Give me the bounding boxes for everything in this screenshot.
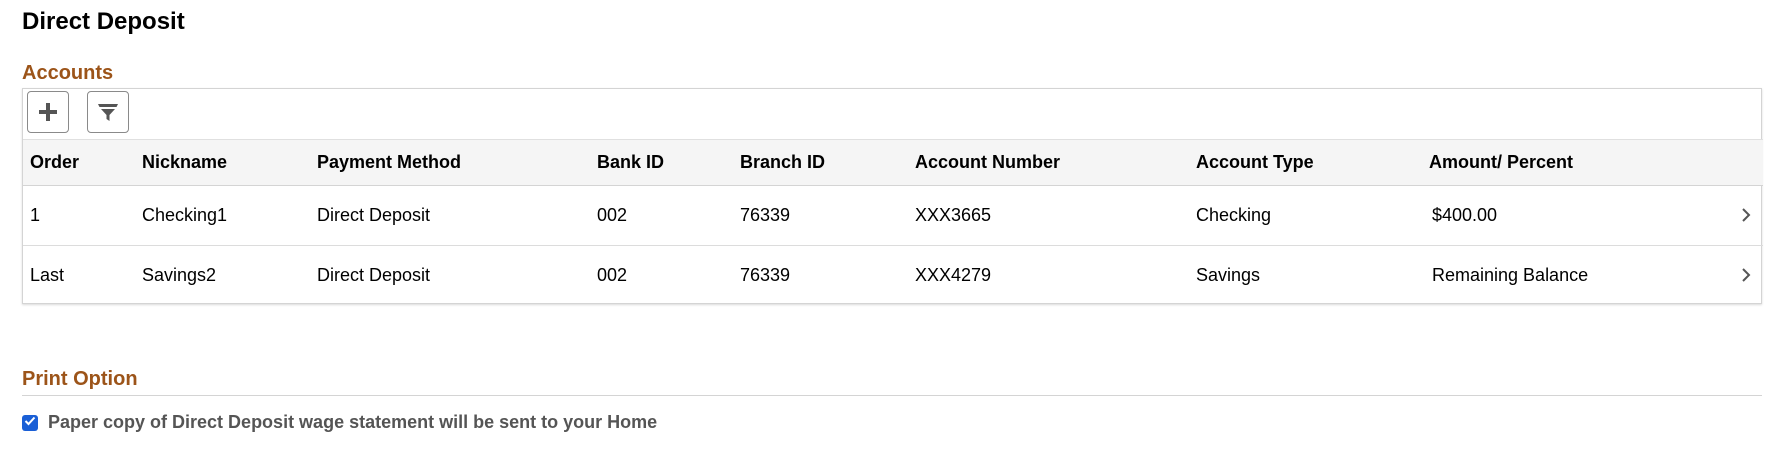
column-header-amount-percent[interactable]: Amount/ Percent xyxy=(1422,140,1712,186)
chevron-right-icon xyxy=(1741,263,1751,288)
cell-payment-method: Direct Deposit xyxy=(317,265,431,286)
accounts-section-title: Accounts xyxy=(22,62,114,84)
row-detail-button[interactable] xyxy=(1712,186,1763,246)
row-detail-button[interactable] xyxy=(1712,246,1763,306)
cell-bank-id: 002 xyxy=(597,205,628,225)
chevron-right-icon xyxy=(1741,203,1751,228)
cell-account-type: Checking xyxy=(1196,205,1272,225)
accounts-grid: Order Nickname Payment Method Bank ID Br… xyxy=(22,88,1763,306)
cell-amount-percent: $400.00 xyxy=(1432,205,1498,225)
paper-copy-label[interactable]: Paper copy of Direct Deposit wage statem… xyxy=(48,412,657,433)
cell-order: Last xyxy=(30,265,65,286)
cell-account-number: XXX3665 xyxy=(915,205,992,225)
column-header-nickname[interactable]: Nickname xyxy=(135,140,310,186)
column-header-actions xyxy=(1712,140,1763,186)
grid-toolbar xyxy=(23,89,1761,139)
plus-icon xyxy=(38,102,58,122)
column-header-payment-method[interactable]: Payment Method xyxy=(310,140,590,186)
column-header-order[interactable]: Order xyxy=(23,140,135,186)
table-row[interactable]: 1 Checking1 Direct Deposit 002 76339 XXX… xyxy=(23,186,1763,246)
filter-icon xyxy=(97,102,119,122)
paper-copy-checkbox[interactable] xyxy=(22,414,38,432)
table-header-row: Order Nickname Payment Method Bank ID Br… xyxy=(23,139,1763,186)
cell-nickname: Savings2 xyxy=(142,265,217,286)
direct-deposit-page: Direct Deposit Accounts Order Nickname P… xyxy=(0,0,1784,455)
table-row[interactable]: Last Savings2 Direct Deposit 002 76339 X… xyxy=(23,246,1763,306)
column-header-bank-id[interactable]: Bank ID xyxy=(590,140,733,186)
column-header-branch-id[interactable]: Branch ID xyxy=(733,140,908,186)
column-header-account-number[interactable]: Account Number xyxy=(908,140,1189,186)
checkmark-icon xyxy=(24,414,36,432)
cell-amount-percent: Remaining Balance xyxy=(1432,265,1589,286)
cell-branch-id: 76339 xyxy=(740,205,791,225)
page-title: Direct Deposit xyxy=(22,8,185,35)
cell-order: 1 xyxy=(30,205,41,225)
cell-branch-id: 76339 xyxy=(740,265,791,286)
cell-bank-id: 002 xyxy=(597,265,628,286)
filter-button[interactable] xyxy=(87,91,129,133)
cell-account-type: Savings xyxy=(1196,265,1261,286)
print-option-section-title: Print Option xyxy=(22,368,138,390)
column-header-account-type[interactable]: Account Type xyxy=(1189,140,1422,186)
accounts-table: Order Nickname Payment Method Bank ID Br… xyxy=(23,139,1763,306)
cell-account-number: XXX4279 xyxy=(915,265,992,286)
add-row-button[interactable] xyxy=(27,91,69,133)
cell-nickname: Checking1 xyxy=(142,205,228,225)
print-option-header: Print Option xyxy=(22,368,1762,396)
cell-payment-method: Direct Deposit xyxy=(317,205,431,225)
print-option-row: Paper copy of Direct Deposit wage statem… xyxy=(22,412,657,433)
